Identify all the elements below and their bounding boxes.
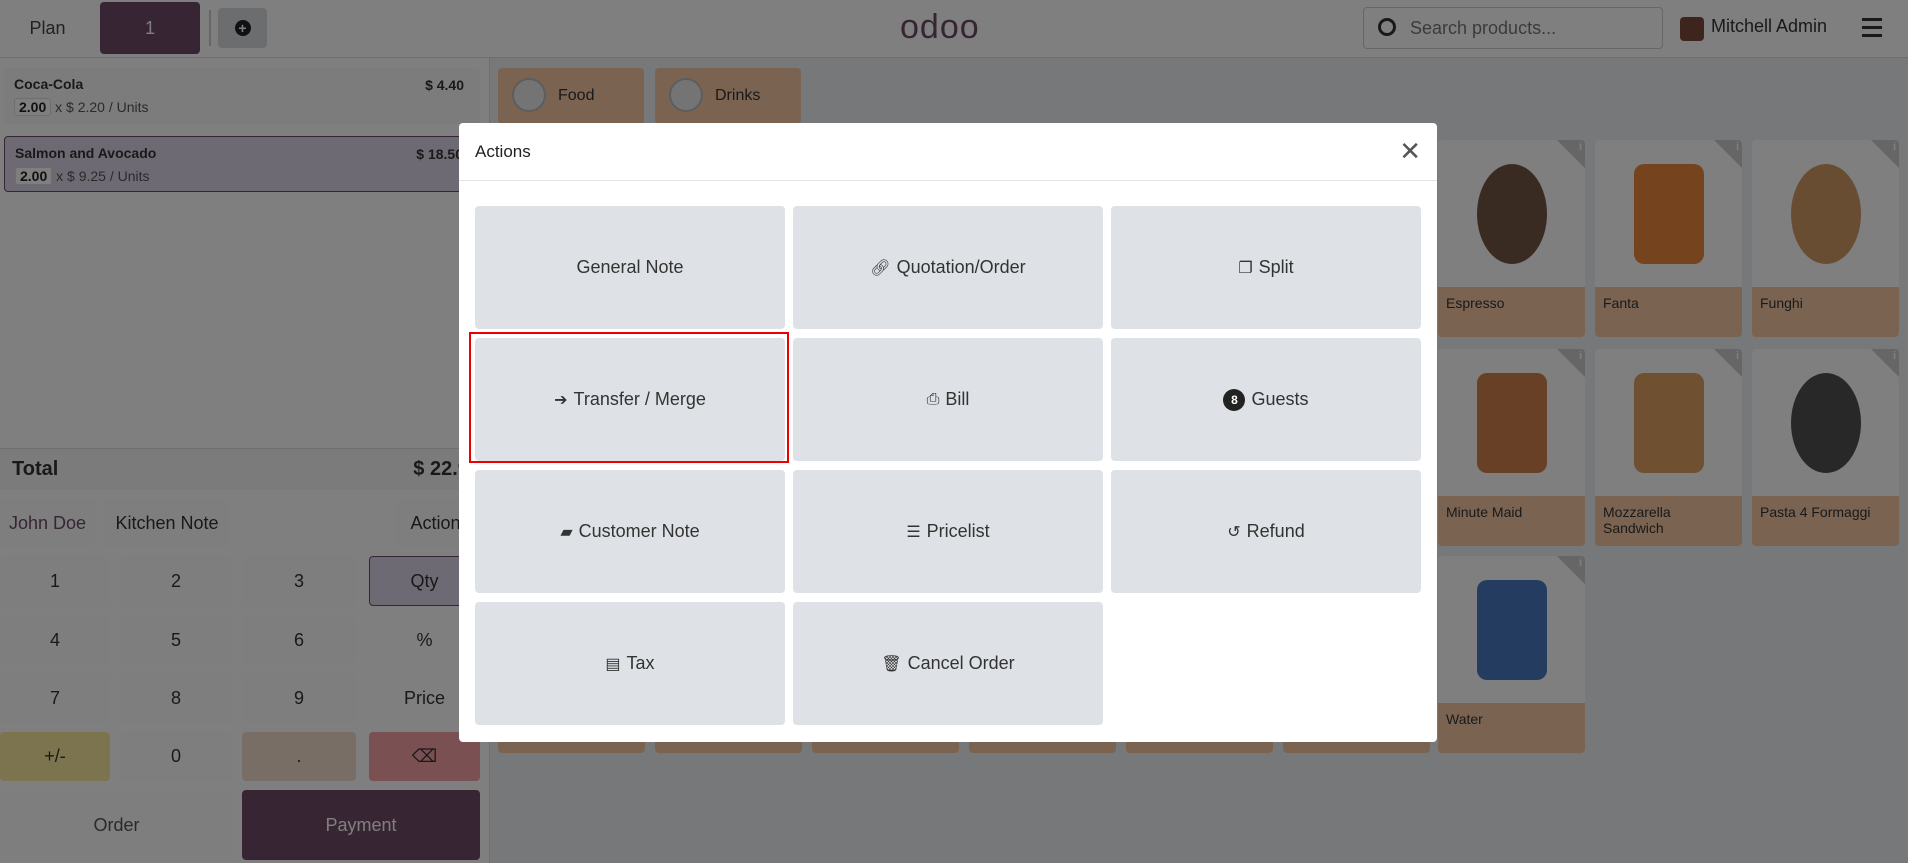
- highlight-box: [469, 332, 789, 463]
- actions-dialog: Actions ✕ General Note 🔗︎ Quotation/Order ❐…: [459, 123, 1437, 742]
- action-tax-button[interactable]: ▤ Tax: [475, 602, 785, 725]
- print-icon: ⎙: [926, 390, 940, 408]
- book-icon: ▤: [605, 655, 621, 673]
- action-bill-button[interactable]: ⎙ Bill: [793, 338, 1103, 461]
- action-label: Customer Note: [578, 521, 700, 541]
- action-label: Pricelist: [926, 521, 990, 541]
- action-cancel-order-button[interactable]: 🗑︎ Cancel Order: [793, 602, 1103, 725]
- undo-icon: ↺: [1227, 523, 1241, 541]
- action-label: Split: [1258, 257, 1294, 277]
- list-icon: ☰: [906, 523, 921, 541]
- copy-icon: ❐: [1238, 259, 1253, 277]
- action-label: Bill: [945, 389, 970, 409]
- link-icon: 🔗︎: [870, 259, 891, 277]
- sticky-note-icon: ▰: [560, 523, 573, 541]
- guests-count-badge: 8: [1223, 388, 1246, 411]
- action-refund-button[interactable]: ↺ Refund: [1111, 470, 1421, 593]
- action-label: Quotation/Order: [896, 257, 1026, 277]
- action-customer-note-button[interactable]: ▰ Customer Note: [475, 470, 785, 593]
- action-pricelist-button[interactable]: ☰ Pricelist: [793, 470, 1103, 593]
- action-label: Guests: [1251, 389, 1309, 409]
- action-split-button[interactable]: ❐ Split: [1111, 206, 1421, 329]
- action-guests-button[interactable]: 8 Guests: [1111, 338, 1421, 461]
- action-label: Cancel Order: [907, 653, 1015, 673]
- action-label: Refund: [1246, 521, 1305, 541]
- action-quotation-order-button[interactable]: 🔗︎ Quotation/Order: [793, 206, 1103, 329]
- action-label: Tax: [626, 653, 655, 673]
- trash-icon: 🗑︎: [881, 655, 902, 673]
- action-general-note-button[interactable]: General Note: [475, 206, 785, 329]
- dialog-title: Actions: [459, 123, 1437, 181]
- action-label: General Note: [576, 257, 684, 277]
- close-icon[interactable]: ✕: [1399, 138, 1421, 164]
